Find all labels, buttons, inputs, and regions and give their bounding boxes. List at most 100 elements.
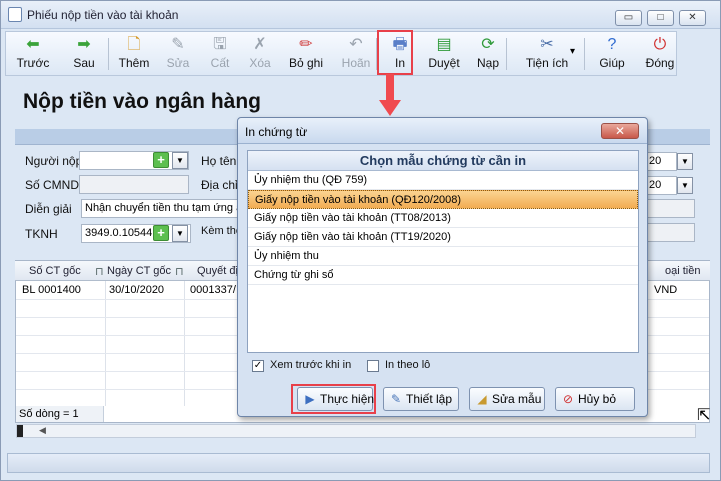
edit-icon: ✎: [171, 36, 185, 53]
annotation-arrow: [386, 74, 394, 102]
toolbar-label: Hoãn: [341, 56, 371, 70]
scroll-thumb[interactable]: [17, 425, 23, 437]
template-list-item[interactable]: Giấy nộp tiền vào tài khoản (TT08/2013): [248, 209, 638, 228]
row-count: Số dòng = 1: [16, 406, 104, 422]
toolbar-label: Giúp: [599, 56, 625, 70]
browse-icon: ▤: [436, 36, 452, 53]
toolbar-label: Bỏ ghi: [288, 56, 324, 70]
toolbar-close-button[interactable]: ⏻ Đóng: [638, 32, 682, 76]
toolbar-label: Trước: [16, 56, 50, 70]
list-header: Chọn mẫu chứng từ cần in: [248, 151, 638, 171]
horizontal-scrollbar[interactable]: ◀: [16, 424, 696, 438]
toolbar-label: Sau: [73, 56, 95, 70]
pin-icon[interactable]: ⊓: [95, 265, 104, 278]
toolbar-separator: [108, 38, 109, 70]
dialog-close-button[interactable]: ✕: [601, 123, 639, 139]
cell-ngay[interactable]: 30/10/2020: [109, 284, 164, 296]
right-dropdown-1-icon[interactable]: ▼: [677, 153, 693, 170]
scroll-left-icon[interactable]: ◀: [39, 425, 46, 436]
cell-quyet-dinh[interactable]: 0001337/: [190, 284, 236, 296]
reload-icon: ⟳: [481, 36, 495, 53]
tools-dropdown-icon[interactable]: ▾: [570, 46, 575, 57]
close-window-button[interactable]: ✕: [679, 10, 706, 26]
toolbar-label: Nạp: [476, 56, 499, 70]
col-loai-tien[interactable]: oại tiền: [665, 265, 700, 277]
toolbar-label: Duyệt: [428, 56, 460, 70]
batch-checkbox[interactable]: [367, 360, 379, 372]
right-field-3[interactable]: [645, 199, 695, 218]
title-bar: Phiếu nộp tiền vào tài khoản ▭ □ ✕: [1, 1, 720, 29]
toolbar-reload-button[interactable]: ⟳ Nạp: [468, 32, 508, 76]
toolbar-arrow-left-button[interactable]: ⬅ Trước: [12, 32, 54, 76]
edit-template-button[interactable]: ◢ Sửa mẫu: [469, 387, 545, 411]
preview-label: Xem trước khi in: [270, 359, 352, 371]
dialog-title-bar: In chứng từ ✕: [238, 118, 647, 144]
toolbar-label: Tiện ích: [525, 56, 569, 70]
col-ngay-ct-goc[interactable]: Ngày CT gốc: [107, 265, 171, 277]
nguoi-nop-label: Người nộp: [25, 154, 83, 168]
dien-giai-label: Diễn giải: [25, 202, 72, 216]
print-dialog: In chứng từ ✕ Chọn mẫu chứng từ cần in Ủ…: [237, 117, 648, 417]
arrow-left-icon: ⬅: [26, 36, 40, 53]
delete-icon: ✗: [253, 36, 267, 53]
toolbar-help-button[interactable]: ? Giúp: [590, 32, 634, 76]
template-list-item[interactable]: Ủy nhiệm thu (QĐ 759): [248, 171, 638, 190]
toolbar-delete-button[interactable]: ✗ Xóa: [240, 32, 280, 76]
setup-button[interactable]: ✎ Thiết lập: [383, 387, 459, 411]
cell-so-ct[interactable]: BL 0001400: [22, 284, 81, 296]
pin-icon[interactable]: ⊓: [175, 265, 184, 278]
maximize-button[interactable]: □: [647, 10, 674, 26]
account-dropdown-icon[interactable]: ▼: [172, 225, 188, 242]
so-cmnd-field[interactable]: [79, 175, 189, 194]
cell-loai-tien[interactable]: VND: [654, 284, 677, 296]
template-list: Chọn mẫu chứng từ cần in Ủy nhiệm thu (Q…: [247, 150, 639, 353]
template-list-item[interactable]: Giấy nộp tiền vào tài khoản (TT19/2020): [248, 228, 638, 247]
toolbar-edit-button[interactable]: ✎ Sửa: [158, 32, 198, 76]
col-quyet-dinh[interactable]: Quyết đị: [197, 265, 238, 277]
undo-icon: ↶: [349, 36, 363, 53]
tknh-label: TKNH: [25, 227, 58, 241]
cancel-button[interactable]: ⊘ Hủy bỏ: [555, 387, 635, 411]
toolbar: ⬅ Trước ➡ Sau 🗋 Thêm ✎ Sửa 🖫 Cất ✗ Xóa ✏ Bỏ ghi ↶ Hoãn 🖶…: [5, 31, 677, 76]
tools-icon: ✂: [540, 36, 554, 53]
page-title: Nộp tiền vào ngân hàng: [23, 90, 262, 113]
template-list-item[interactable]: Ủy nhiệm thu: [248, 247, 638, 266]
col-so-ct-goc[interactable]: Số CT gốc: [29, 265, 81, 277]
setup-label: Thiết lập: [406, 392, 453, 406]
toolbar-browse-button[interactable]: ▤ Duyệt: [422, 32, 466, 76]
dialog-title: In chứng từ: [245, 125, 308, 139]
payer-dropdown-icon[interactable]: ▼: [172, 152, 188, 169]
toolbar-undo-button[interactable]: ↶ Hoãn: [334, 32, 378, 76]
toolbar-unpost-button[interactable]: ✏ Bỏ ghi: [282, 32, 330, 76]
help-icon: ?: [607, 36, 617, 53]
toolbar-label: Xóa: [249, 56, 271, 70]
batch-label: In theo lô: [385, 359, 431, 371]
wrench-icon: ✎: [390, 392, 402, 406]
template-list-item[interactable]: Chứng từ ghi sổ: [248, 266, 638, 285]
toolbar-tools-button[interactable]: ✂ Tiện ích: [516, 32, 578, 76]
annotation-arrow-head: [379, 100, 401, 116]
toolbar-save-button[interactable]: 🖫 Cất: [200, 32, 240, 76]
edit-template-label: Sửa mẫu: [492, 392, 542, 406]
template-list-item[interactable]: Giấy nộp tiền vào tài khoản (QĐ120/2008): [248, 190, 638, 209]
add-account-icon[interactable]: +: [153, 225, 169, 241]
preview-checkbox[interactable]: ✓: [252, 360, 264, 372]
minimize-button[interactable]: ▭: [615, 10, 642, 26]
toolbar-new-doc-button[interactable]: 🗋 Thêm: [114, 32, 154, 76]
ho-ten-label: Họ tên: [201, 154, 237, 168]
right-dropdown-2-icon[interactable]: ▼: [677, 177, 693, 194]
execute-button-highlight: [291, 384, 376, 414]
dia-chi-label: Địa chỉ: [201, 178, 238, 192]
toolbar-separator: [506, 38, 507, 70]
toolbar-label: Sửa: [166, 56, 190, 70]
app-icon: [8, 7, 22, 22]
toolbar-label: Thêm: [118, 56, 150, 70]
dien-giai-field[interactable]: Nhận chuyển tiền thu tạm ứng a: [81, 199, 241, 218]
right-field-1[interactable]: 20: [645, 152, 677, 171]
right-field-2[interactable]: 20: [645, 176, 677, 195]
right-field-4[interactable]: [645, 223, 695, 242]
add-payer-icon[interactable]: +: [153, 152, 169, 168]
mouse-cursor-icon: ⇱: [697, 407, 711, 424]
toolbar-arrow-right-button[interactable]: ➡ Sau: [62, 32, 106, 76]
unpost-icon: ✏: [299, 36, 313, 53]
